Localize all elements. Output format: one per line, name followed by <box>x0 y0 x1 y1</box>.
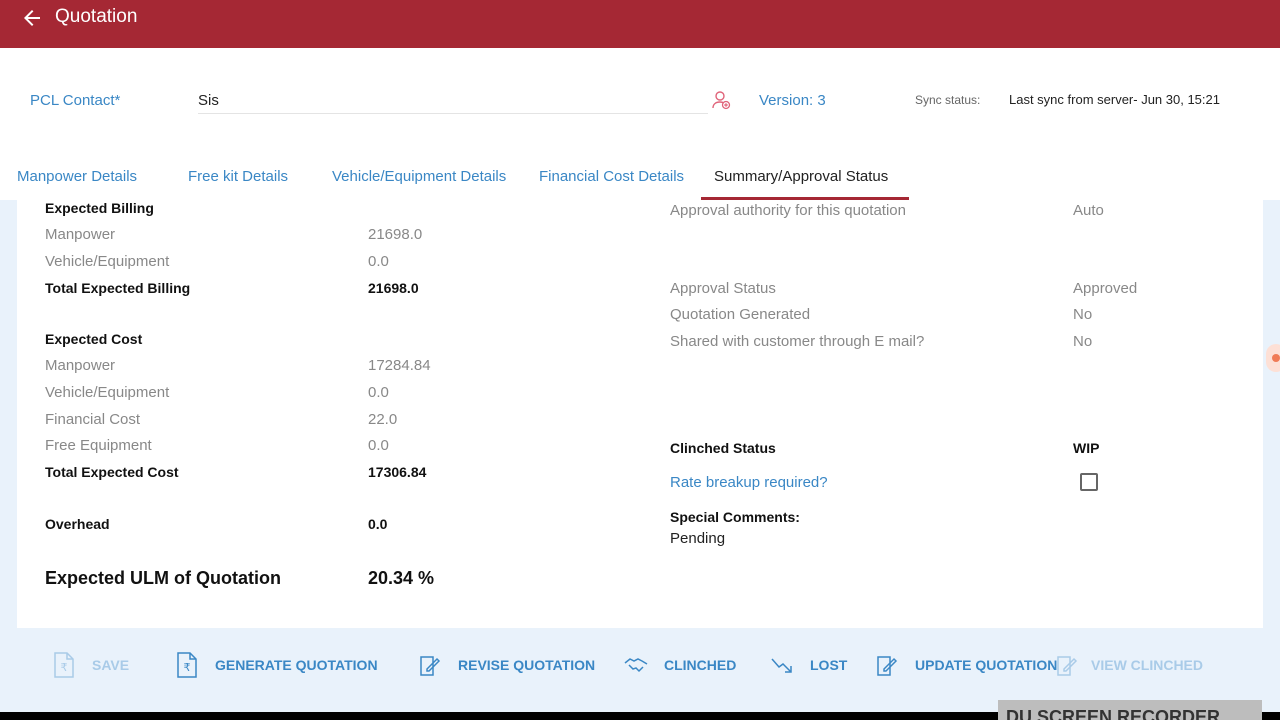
rate-breakup-label[interactable]: Rate breakup required? <box>670 474 828 491</box>
cost-free-equipment-label: Free Equipment <box>45 437 152 454</box>
tab-vehicle-equipment-details[interactable]: Vehicle/Equipment Details <box>332 168 506 185</box>
ulm-label: Expected ULM of Quotation <box>45 568 281 588</box>
screen-recorder-watermark: DU SCREEN RECORDER <box>998 700 1262 720</box>
revise-quotation-button[interactable]: REVISE QUOTATION <box>418 648 595 682</box>
cost-financial-value: 22.0 <box>368 411 398 428</box>
pcl-contact-label: PCL Contact* <box>30 92 121 109</box>
total-billing-value: 21698.0 <box>368 280 419 296</box>
clinched-button[interactable]: CLINCHED <box>624 648 736 682</box>
edit-icon <box>1057 656 1078 676</box>
clinched-status-label: Clinched Status <box>670 440 776 456</box>
update-quotation-label: UPDATE QUOTATION <box>915 657 1058 673</box>
generate-quotation-label: GENERATE QUOTATION <box>215 657 378 673</box>
lost-label: LOST <box>810 657 848 673</box>
sync-status-label: Sync status: <box>915 93 981 107</box>
total-cost-label: Total Expected Cost <box>45 464 179 480</box>
save-document-icon: ₹ <box>54 652 74 678</box>
total-cost-value: 17306.84 <box>368 464 427 480</box>
cost-manpower-value: 17284.84 <box>368 357 431 374</box>
approval-authority-label: Approval authority for this quotation <box>670 202 906 219</box>
handshake-icon <box>624 658 648 673</box>
approval-status-value: Approved <box>1073 280 1138 297</box>
cost-manpower-label: Manpower <box>45 357 116 374</box>
expected-cost-heading: Expected Cost <box>45 331 143 347</box>
ulm-value: 20.34 % <box>368 568 435 588</box>
tab-bar: Manpower Details Free kit Details Vehicl… <box>0 160 1280 200</box>
generate-quotation-button[interactable]: ₹ GENERATE QUOTATION <box>175 648 378 682</box>
tab-financial-cost-details[interactable]: Financial Cost Details <box>539 168 684 185</box>
svg-text:₹: ₹ <box>61 661 68 674</box>
shared-email-label: Shared with customer through E mail? <box>670 333 925 350</box>
trend-down-icon <box>771 658 792 673</box>
billing-manpower-value: 21698.0 <box>368 226 423 243</box>
app-title: Quotation <box>55 6 138 27</box>
tab-free-kit-details[interactable]: Free kit Details <box>188 168 288 185</box>
tab-manpower-details[interactable]: Manpower Details <box>17 168 137 185</box>
add-contact-icon[interactable] <box>711 90 731 110</box>
app-bar: Quotation <box>0 0 1280 48</box>
clinched-status-value: WIP <box>1073 440 1100 456</box>
total-billing-label: Total Expected Billing <box>45 280 191 296</box>
special-comments-label: Special Comments: <box>670 509 800 525</box>
clinched-label: CLINCHED <box>664 657 737 673</box>
special-comments-value: Pending <box>670 530 726 547</box>
save-button[interactable]: ₹ SAVE <box>52 648 129 682</box>
lost-button[interactable]: LOST <box>770 648 847 682</box>
billing-vehicle-value: 0.0 <box>368 253 389 270</box>
quotation-generated-label: Quotation Generated <box>670 306 811 323</box>
overhead-label: Overhead <box>45 516 110 532</box>
revise-quotation-label: REVISE QUOTATION <box>458 657 596 673</box>
save-label: SAVE <box>92 657 130 673</box>
billing-manpower-label: Manpower <box>45 226 116 243</box>
svg-text:₹: ₹ <box>184 661 191 674</box>
summary-card <box>17 200 1263 628</box>
floating-handle-icon[interactable] <box>1266 344 1280 372</box>
view-clinched-button[interactable]: VIEW CLINCHED <box>1055 648 1203 682</box>
cost-vehicle-value: 0.0 <box>368 384 389 401</box>
version-label: Version: 3 <box>759 92 826 109</box>
edit-icon <box>877 656 898 676</box>
cost-free-equipment-value: 0.0 <box>368 437 389 454</box>
edit-icon <box>420 656 441 676</box>
quotation-generated-value: No <box>1073 306 1093 323</box>
shared-email-value: No <box>1073 333 1093 350</box>
tab-summary-approval-status[interactable]: Summary/Approval Status <box>714 168 888 185</box>
pcl-contact-field[interactable]: Sis <box>198 88 708 114</box>
billing-vehicle-label: Vehicle/Equipment <box>45 253 170 270</box>
overhead-value: 0.0 <box>368 516 388 532</box>
approval-authority-value: Auto <box>1073 202 1104 219</box>
generate-document-icon: ₹ <box>177 652 197 678</box>
cost-vehicle-label: Vehicle/Equipment <box>45 384 170 401</box>
rate-breakup-checkbox[interactable] <box>1080 473 1098 491</box>
sync-status-value: Last sync from server- Jun 30, 15:21 <box>1009 92 1220 107</box>
expected-billing-heading: Expected Billing <box>45 200 154 216</box>
cost-financial-label: Financial Cost <box>45 411 141 428</box>
update-quotation-button[interactable]: UPDATE QUOTATION <box>875 648 1057 682</box>
view-clinched-label: VIEW CLINCHED <box>1091 657 1203 673</box>
back-arrow-icon[interactable] <box>20 6 44 30</box>
approval-status-label: Approval Status <box>670 280 776 297</box>
